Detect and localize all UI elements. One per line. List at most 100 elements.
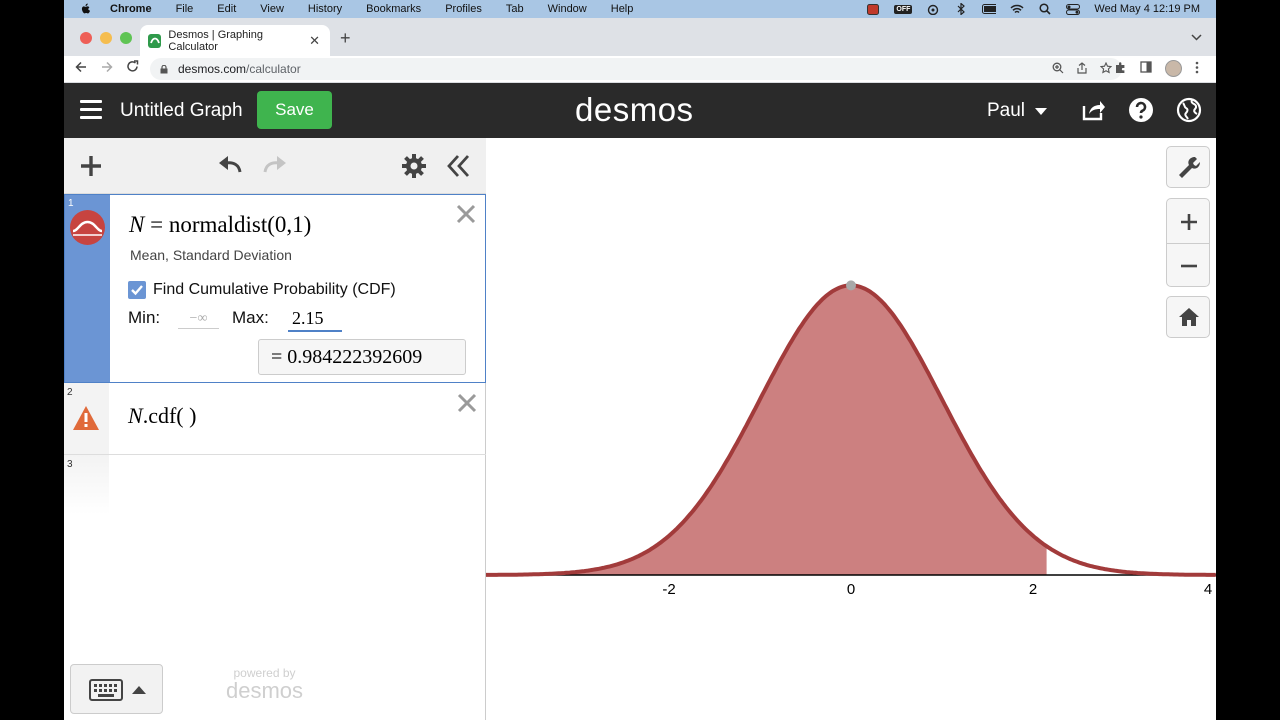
tab-search-chevron-icon[interactable] [1191, 30, 1202, 44]
expression-item-1[interactable]: 1 N = normaldist(0,1) Mean, Standard Dev… [64, 194, 486, 383]
browser-tab-desmos[interactable]: Desmos | Graphing Calculator ✕ [140, 25, 330, 56]
record-icon[interactable] [866, 3, 880, 15]
address-bar[interactable]: desmos.com/calculator [150, 58, 1122, 80]
min-input[interactable]: −∞ [178, 311, 219, 329]
wrench-icon [1179, 157, 1200, 178]
expression-latex[interactable]: N.cdf( ) [128, 403, 196, 429]
expression-toolbar [64, 138, 486, 194]
status-badge[interactable]: OFF [894, 4, 913, 14]
normal-distribution-icon[interactable] [70, 210, 105, 245]
tab-close-icon[interactable]: ✕ [309, 33, 320, 49]
control-center-icon[interactable] [1066, 3, 1081, 15]
zoom-in-plus-icon[interactable] [1180, 213, 1198, 231]
window-zoom-button[interactable] [120, 32, 132, 44]
profile-avatar[interactable] [1165, 60, 1182, 77]
expression-index: 2 [67, 387, 73, 398]
wifi-icon[interactable] [1010, 4, 1024, 15]
zoom-controls [1166, 198, 1210, 287]
tab-title: Desmos | Graphing Calculator [168, 28, 263, 53]
apple-icon[interactable] [80, 3, 92, 15]
menu-tab[interactable]: Tab [506, 3, 524, 15]
browser-tab-strip: Desmos | Graphing Calculator ✕ + [64, 18, 1216, 56]
graph-paper[interactable]: -2 0 2 4 [486, 138, 1216, 720]
menu-file[interactable]: File [176, 3, 194, 15]
more-options-icon[interactable] [1195, 61, 1199, 77]
powered-by-logo: desmos [226, 678, 304, 703]
url-host: desmos.com [178, 62, 247, 76]
window-close-button[interactable] [80, 32, 92, 44]
expression-item-3[interactable]: 3 [64, 455, 486, 515]
airplay-icon[interactable] [926, 4, 940, 15]
delete-expression-close-icon[interactable] [456, 392, 478, 414]
menu-history[interactable]: History [308, 3, 342, 15]
max-input[interactable]: 2.15 [288, 308, 342, 332]
reload-icon[interactable] [126, 60, 139, 76]
share-graph-icon[interactable] [1080, 97, 1106, 123]
collapse-panel-icon[interactable] [444, 152, 472, 180]
settings-gear-icon[interactable] [400, 152, 428, 180]
battery-icon[interactable] [982, 4, 997, 15]
zoom-out-minus-icon[interactable] [1180, 257, 1198, 275]
browser-toolbar: desmos.com/calculator [64, 56, 1216, 83]
user-menu[interactable]: Paul [987, 100, 1048, 122]
menu-help[interactable]: Help [611, 3, 634, 15]
back-arrow-icon[interactable] [75, 60, 87, 76]
param-mean-label: Mean, [130, 247, 169, 263]
menu-edit[interactable]: Edit [217, 3, 236, 15]
menu-window[interactable]: Window [548, 3, 587, 15]
forward-arrow-icon[interactable] [101, 60, 113, 76]
bookmark-star-icon[interactable] [1099, 61, 1113, 77]
expression-index: 3 [67, 459, 73, 470]
math-function: normaldist [168, 212, 268, 237]
new-tab-icon[interactable]: + [340, 28, 351, 49]
keypad-toggle-button[interactable] [70, 664, 163, 714]
lock-icon[interactable] [160, 64, 168, 74]
share-icon[interactable] [1076, 61, 1088, 77]
help-icon[interactable] [1128, 97, 1154, 123]
window-minimize-button[interactable] [100, 32, 112, 44]
graph-canvas[interactable]: -2 0 2 4 [486, 138, 1216, 720]
default-viewport-button[interactable] [1166, 296, 1210, 338]
expression-item-2[interactable]: 2 N.cdf( ) [64, 383, 486, 455]
graph-settings-button[interactable] [1166, 146, 1210, 188]
spotlight-search-icon[interactable] [1038, 3, 1052, 15]
undo-icon[interactable] [216, 152, 244, 180]
expression-gutter[interactable]: 2 [64, 383, 109, 454]
hamburger-menu-icon[interactable] [80, 100, 102, 120]
x-tick-label: 4 [1204, 581, 1212, 598]
cdf-label: Find Cumulative Probability (CDF) [153, 281, 396, 298]
powered-by-desmos[interactable]: powered by desmos [226, 666, 303, 704]
home-icon [1179, 308, 1199, 326]
menu-profiles[interactable]: Profiles [445, 3, 482, 15]
delete-expression-close-icon[interactable] [455, 203, 477, 225]
peak-point[interactable] [846, 280, 856, 291]
parameter-labels: Mean, Standard Deviation [130, 247, 292, 263]
bluetooth-icon[interactable] [954, 3, 968, 15]
desmos-logo: desmos [575, 91, 694, 128]
desmos-favicon-icon [148, 33, 162, 48]
x-tick-label: -2 [662, 581, 675, 598]
cdf-checkbox[interactable] [128, 281, 146, 299]
save-button[interactable]: Save [257, 91, 332, 129]
math-equals: = [144, 212, 169, 237]
extensions-puzzle-icon[interactable] [1114, 61, 1127, 77]
redo-icon[interactable] [261, 152, 289, 180]
menu-app-chrome[interactable]: Chrome [110, 3, 152, 15]
expression-gutter[interactable]: 3 [64, 455, 109, 515]
expression-index: 1 [68, 198, 74, 209]
menu-bookmarks[interactable]: Bookmarks [366, 3, 421, 15]
x-tick-label: 0 [847, 581, 855, 598]
math-call: .cdf( ) [142, 403, 197, 428]
graph-title[interactable]: Untitled Graph [120, 100, 243, 122]
clock-text[interactable]: Wed May 4 12:19 PM [1094, 3, 1200, 15]
warning-icon[interactable] [72, 405, 100, 431]
menu-view[interactable]: View [260, 3, 284, 15]
expression-gutter[interactable]: 1 [65, 195, 110, 382]
desmos-header: Untitled Graph Save desmos Paul [64, 83, 1216, 138]
side-panel-icon[interactable] [1140, 61, 1152, 76]
zoom-icon[interactable] [1052, 62, 1064, 77]
language-globe-icon[interactable] [1176, 97, 1202, 123]
expression-latex[interactable]: N = normaldist(0,1) [129, 212, 311, 238]
cdf-toggle[interactable]: Find Cumulative Probability (CDF) [128, 281, 396, 299]
add-item-plus-icon[interactable] [77, 152, 105, 180]
